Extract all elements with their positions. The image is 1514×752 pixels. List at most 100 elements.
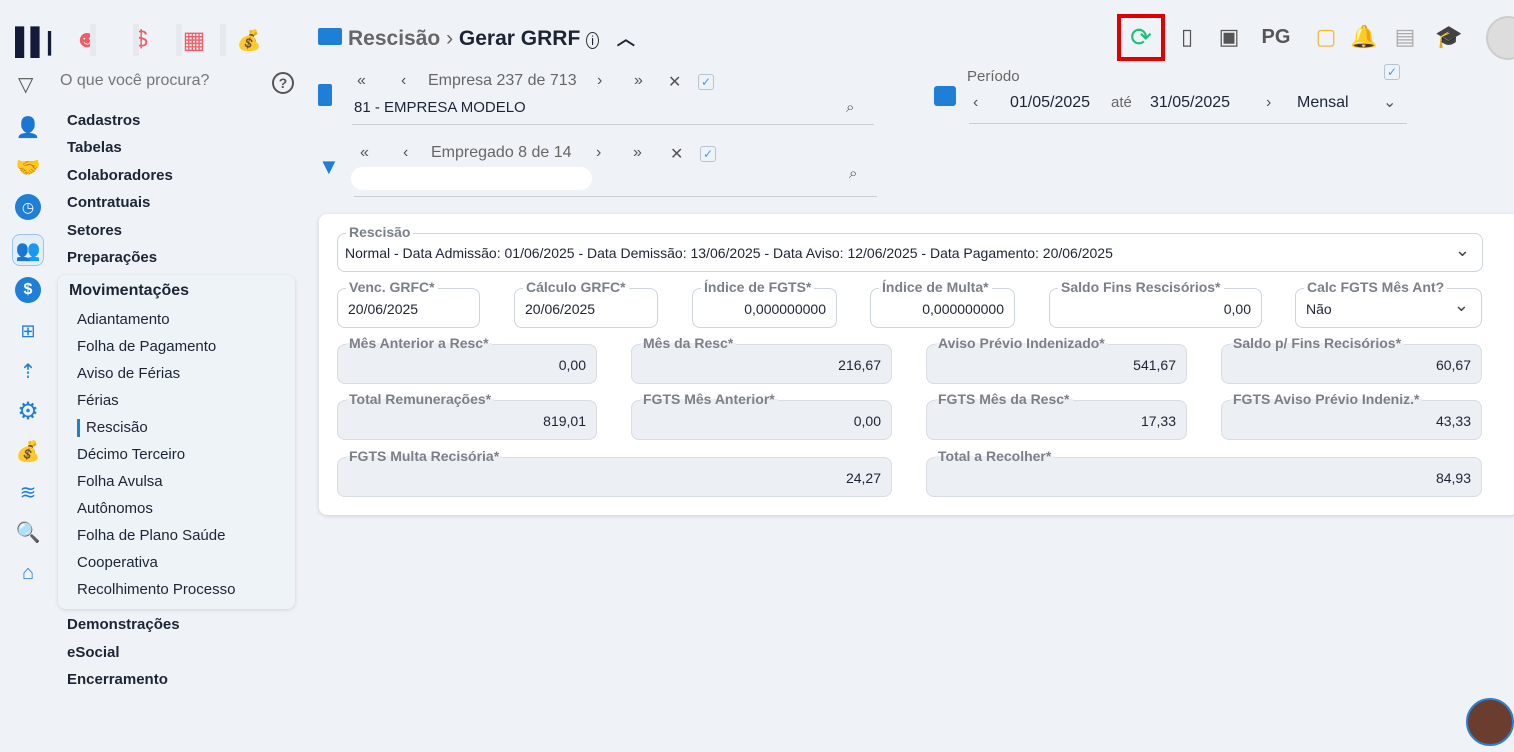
- menu-tabelas[interactable]: Tabelas: [67, 139, 122, 156]
- menu-demonstracoes[interactable]: Demonstrações: [67, 616, 180, 633]
- gear-icon[interactable]: ⚙: [15, 398, 41, 425]
- menu-item-adiantamento[interactable]: Adiantamento: [77, 311, 170, 328]
- next-period-button[interactable]: ›: [1266, 94, 1271, 112]
- home-icon[interactable]: ⌂: [15, 560, 41, 586]
- assistant-avatar[interactable]: [1466, 698, 1514, 746]
- i-ndice-de-fgts-field[interactable]: Índice de FGTS* 0,000000000: [692, 279, 837, 328]
- field-value[interactable]: 0,000000000: [744, 301, 826, 317]
- menu-item-ferias[interactable]: Férias: [77, 392, 119, 409]
- calc-fgts-me-s-ant-field[interactable]: Calc FGTS Mês Ant? Não ⌄: [1295, 279, 1482, 328]
- report-search-icon[interactable]: ▤: [1388, 20, 1422, 54]
- menu-movimentacoes[interactable]: Movimentações: [69, 282, 189, 300]
- money-icon[interactable]: $: [15, 277, 41, 303]
- fgts-multa-reciso-ria-field: FGTS Multa Recisória* 24,27: [337, 448, 892, 497]
- menu-item-folha-avulsa[interactable]: Folha Avulsa: [77, 473, 163, 490]
- last-empresa-button[interactable]: »: [634, 72, 643, 90]
- calculator-icon[interactable]: ⊞: [15, 318, 41, 344]
- bell-icon[interactable]: 🔔: [1347, 20, 1381, 54]
- menu-item-plano-saude[interactable]: Folha de Plano Saúde: [77, 527, 225, 544]
- graduation-cap-icon[interactable]: 🎓: [1432, 20, 1466, 54]
- refresh-button[interactable]: ⟳: [1117, 14, 1165, 61]
- periodo-checkbox[interactable]: ✓: [1384, 64, 1400, 80]
- building-icon: [318, 84, 332, 106]
- field-value: 43,33: [1435, 413, 1471, 429]
- pg-button[interactable]: PG: [1259, 20, 1293, 54]
- menu-item-decimo-terceiro[interactable]: Décimo Terceiro: [77, 446, 185, 463]
- prev-empregado-button[interactable]: ‹: [403, 144, 408, 162]
- field-label: Total a Recolher*: [935, 448, 1055, 464]
- last-empregado-button[interactable]: »: [633, 144, 642, 162]
- handshake-icon[interactable]: 🤝: [15, 154, 41, 180]
- menu-esocial[interactable]: eSocial: [67, 644, 120, 661]
- menu-item-cooperativa[interactable]: Cooperativa: [77, 554, 158, 571]
- note-icon[interactable]: ▢: [1309, 20, 1343, 54]
- menu-preparacoes[interactable]: Preparações: [67, 249, 157, 266]
- clock-icon[interactable]: ◷: [15, 194, 41, 220]
- period-mode-select[interactable]: Mensal: [1297, 94, 1349, 112]
- menu-colaboradores[interactable]: Colaboradores: [67, 167, 173, 184]
- search-input[interactable]: [60, 72, 260, 90]
- first-empresa-button[interactable]: «: [357, 72, 366, 90]
- period-start[interactable]: 01/05/2025: [1010, 94, 1090, 112]
- next-empresa-button[interactable]: ›: [597, 72, 602, 90]
- team-icon[interactable]: 👥: [12, 234, 44, 266]
- filter-icon[interactable]: ▽: [18, 72, 33, 97]
- avatar[interactable]: [1486, 16, 1514, 60]
- app-logo[interactable]: ▌▌|: [15, 26, 53, 57]
- empresa-checkbox[interactable]: ✓: [698, 74, 714, 90]
- search-icon[interactable]: ⌕: [846, 99, 854, 116]
- help-icon[interactable]: ?: [272, 72, 294, 94]
- saldo-fins-resciso-rios-field[interactable]: Saldo Fins Rescisórios* 0,00: [1049, 279, 1262, 328]
- upload-icon[interactable]: ⇡: [15, 358, 41, 384]
- dollar-icon[interactable]: $: [121, 24, 161, 56]
- collapse-chevron-icon[interactable]: ︿: [617, 29, 635, 49]
- rescisao-select[interactable]: Rescisão Normal - Data Admissão: 01/06/2…: [337, 224, 1483, 272]
- field-value[interactable]: 20/06/2025: [348, 301, 418, 317]
- field-value: 541,67: [1133, 357, 1176, 373]
- layers-icon[interactable]: ≋: [15, 479, 41, 505]
- info-icon[interactable]: i: [586, 32, 600, 49]
- menu-cadastros[interactable]: Cadastros: [67, 112, 140, 129]
- first-empregado-button[interactable]: «: [360, 144, 369, 162]
- document-leaf-icon[interactable]: ▯: [1170, 20, 1204, 54]
- chevron-down-icon[interactable]: ⌄: [1454, 295, 1469, 316]
- money-bag-icon[interactable]: 💰: [15, 438, 41, 464]
- breadcrumb-parent[interactable]: Rescisão: [348, 27, 440, 50]
- user-settings-icon[interactable]: 👤: [15, 114, 41, 140]
- next-empregado-button[interactable]: ›: [596, 144, 601, 162]
- empregado-field[interactable]: [351, 167, 592, 190]
- menu-item-rescisao[interactable]: Rescisão: [86, 419, 148, 436]
- field-value: 60,67: [1435, 357, 1471, 373]
- chevron-down-icon[interactable]: ⌄: [1383, 92, 1396, 112]
- menu-contratuais[interactable]: Contratuais: [67, 194, 150, 211]
- aviso-pre-vio-indenizado-field: Aviso Prévio Indenizado* 541,67: [926, 335, 1187, 384]
- empresa-field[interactable]: 81 - EMPRESA MODELO: [354, 99, 526, 116]
- chevron-down-icon[interactable]: ⌄: [1455, 240, 1470, 261]
- clear-empregado-button[interactable]: ✕: [670, 144, 683, 164]
- menu-item-folha-pagamento[interactable]: Folha de Pagamento: [77, 338, 216, 355]
- ca-lculo-grfc-field[interactable]: Cálculo GRFC* 20/06/2025: [514, 279, 658, 328]
- save-icon[interactable]: ▣: [1212, 20, 1246, 54]
- menu-item-aviso-ferias[interactable]: Aviso de Férias: [77, 365, 180, 382]
- venc-grfc-field[interactable]: Venc. GRFC* 20/06/2025: [337, 279, 480, 328]
- clear-empresa-button[interactable]: ✕: [668, 72, 681, 92]
- empregado-checkbox[interactable]: ✓: [700, 146, 716, 162]
- funnel-icon[interactable]: ▼: [318, 154, 340, 180]
- period-end[interactable]: 31/05/2025: [1150, 94, 1230, 112]
- prev-empresa-button[interactable]: ‹: [401, 72, 406, 90]
- field-value[interactable]: 20/06/2025: [525, 301, 595, 317]
- field-value[interactable]: 0,000000000: [922, 301, 1004, 317]
- menu-encerramento[interactable]: Encerramento: [67, 671, 168, 688]
- i-ndice-de-multa-field[interactable]: Índice de Multa* 0,000000000: [870, 279, 1015, 328]
- search-icon[interactable]: ⌕: [849, 165, 857, 182]
- field-value[interactable]: 0,00: [1224, 301, 1251, 317]
- people-icon[interactable]: ☻: [67, 24, 107, 56]
- menu-setores[interactable]: Setores: [67, 222, 122, 239]
- field-value[interactable]: Não: [1306, 301, 1332, 317]
- prev-period-button[interactable]: ‹: [973, 94, 978, 112]
- menu-item-recolhimento[interactable]: Recolhimento Processo: [77, 581, 235, 598]
- divider: [133, 24, 139, 56]
- money-bag-icon[interactable]: 💰: [229, 24, 269, 56]
- search-icon[interactable]: 🔍: [15, 519, 41, 545]
- menu-item-autonomos[interactable]: Autônomos: [77, 500, 153, 517]
